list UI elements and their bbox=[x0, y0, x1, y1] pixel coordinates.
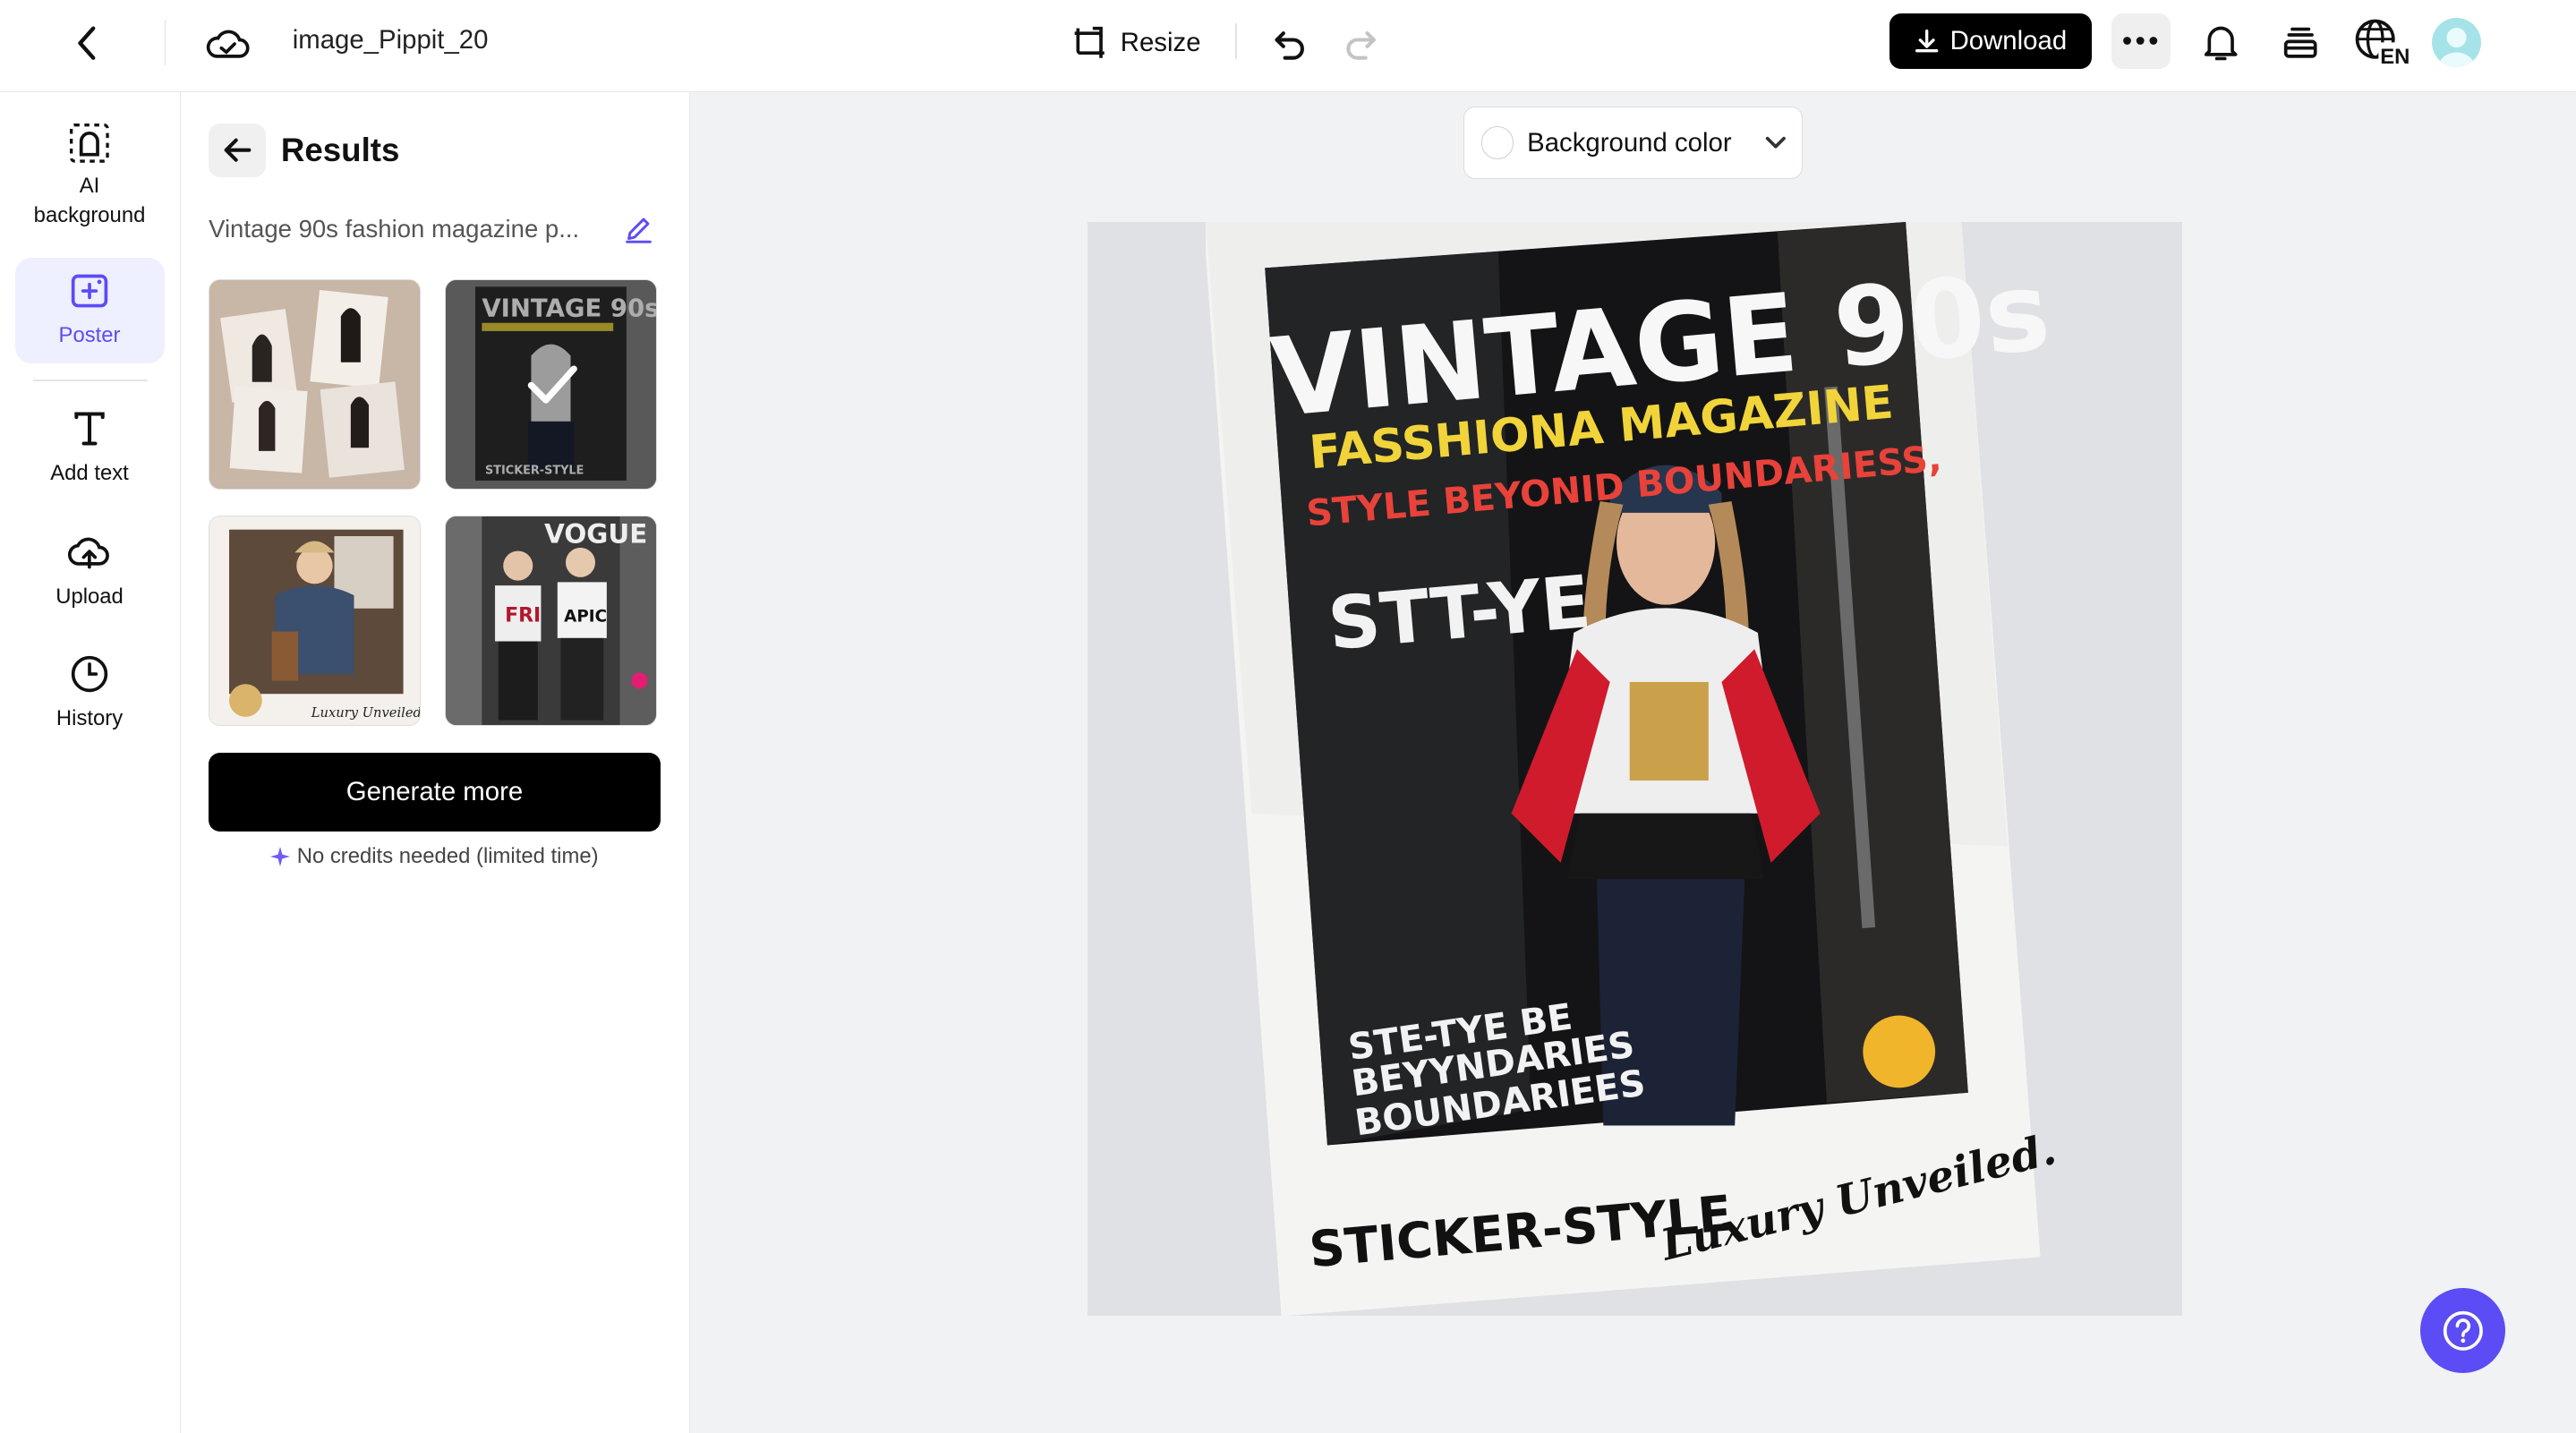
chevron-down-icon bbox=[1764, 135, 1787, 151]
download-label: Download bbox=[1949, 25, 2068, 55]
text-icon bbox=[70, 409, 109, 448]
divider bbox=[1235, 22, 1238, 60]
result-thumbnail-4[interactable]: VOGUE FRI APIC bbox=[445, 516, 658, 727]
svg-text:APIC: APIC bbox=[565, 608, 608, 627]
language-code: EN bbox=[2381, 46, 2410, 70]
stack-icon[interactable] bbox=[2277, 20, 2323, 65]
resize-label: Resize bbox=[1120, 27, 1201, 57]
rail-item-add-text[interactable]: Add text bbox=[15, 409, 165, 488]
background-color-label: Background color bbox=[1527, 127, 1732, 158]
rail-label: AI background bbox=[33, 173, 146, 227]
design-canvas[interactable]: VINTAGE 90s FASSHIONA MAGAZINE STYLE BEY… bbox=[1088, 221, 2182, 1317]
bell-icon[interactable] bbox=[2198, 20, 2244, 65]
rail-item-upload[interactable]: Upload bbox=[15, 533, 165, 611]
arrow-left-icon bbox=[223, 137, 252, 163]
clock-icon bbox=[70, 654, 109, 694]
rail-label: History bbox=[55, 705, 124, 730]
background-color-dropdown[interactable]: Background color bbox=[1463, 107, 1803, 180]
undo-icon[interactable] bbox=[1268, 20, 1311, 65]
panel-title: Results bbox=[280, 131, 400, 168]
resize-button[interactable]: Resize bbox=[1071, 20, 1201, 65]
question-mark-icon bbox=[2442, 1309, 2485, 1352]
rail-item-poster[interactable]: Poster bbox=[14, 258, 165, 363]
more-dots-icon bbox=[2122, 36, 2158, 46]
back-chevron-icon[interactable] bbox=[65, 20, 108, 65]
generate-more-button[interactable]: Generate more bbox=[209, 752, 661, 832]
sparkle-icon bbox=[270, 847, 291, 867]
cloud-upload-icon bbox=[68, 533, 111, 572]
download-button[interactable]: Download bbox=[1889, 13, 2092, 70]
credits-text: No credits needed (limited time) bbox=[296, 844, 599, 869]
result-thumbnail-3[interactable]: Luxury Unveiled bbox=[209, 516, 421, 727]
svg-text:VOGUE: VOGUE bbox=[545, 519, 648, 550]
panel-back-button[interactable] bbox=[209, 123, 267, 178]
rail-item-history[interactable]: History bbox=[15, 654, 165, 733]
color-swatch bbox=[1480, 126, 1514, 160]
help-button[interactable] bbox=[2419, 1288, 2506, 1374]
language-globe-icon[interactable]: EN bbox=[2352, 16, 2412, 70]
svg-text:Luxury Unveiled: Luxury Unveiled bbox=[311, 705, 421, 721]
poster-icon bbox=[70, 271, 109, 311]
rail-item-ai-background[interactable]: AI background bbox=[15, 122, 165, 230]
prompt-text: Vintage 90s fashion magazine p... bbox=[209, 215, 580, 243]
download-icon bbox=[1914, 28, 1940, 54]
results-panel: Results Vintage 90s fashion magazine p..… bbox=[180, 91, 690, 1433]
rail-label: Upload bbox=[55, 584, 124, 609]
svg-text:FRI: FRI bbox=[505, 605, 541, 627]
result-thumbnail-1[interactable] bbox=[209, 279, 421, 490]
ai-background-icon bbox=[68, 122, 111, 165]
cloud-sync-icon[interactable] bbox=[204, 20, 253, 65]
avatar[interactable] bbox=[2431, 18, 2481, 68]
left-tool-rail: AI background Poster Add text Upload His… bbox=[0, 91, 181, 1433]
more-options-button[interactable] bbox=[2111, 13, 2171, 70]
result-thumbnail-2-selected[interactable]: VINTAGE 90s STICKER-STYLE bbox=[445, 279, 658, 490]
edit-pencil-icon[interactable] bbox=[624, 214, 653, 243]
redo-icon[interactable] bbox=[1339, 20, 1382, 65]
file-name[interactable]: image_Pippit_20 bbox=[293, 25, 489, 55]
poster-image: VINTAGE 90s FASSHIONA MAGAZINE STYLE BEY… bbox=[1088, 221, 2182, 1317]
rail-label: Add text bbox=[50, 461, 129, 486]
credits-note: No credits needed (limited time) bbox=[209, 844, 661, 869]
divider bbox=[164, 20, 166, 66]
top-bar: image_Pippit_20 Resize Download EN bbox=[0, 0, 2576, 92]
resize-icon bbox=[1071, 25, 1107, 61]
rail-divider bbox=[32, 379, 149, 381]
rail-label: Poster bbox=[58, 322, 121, 347]
